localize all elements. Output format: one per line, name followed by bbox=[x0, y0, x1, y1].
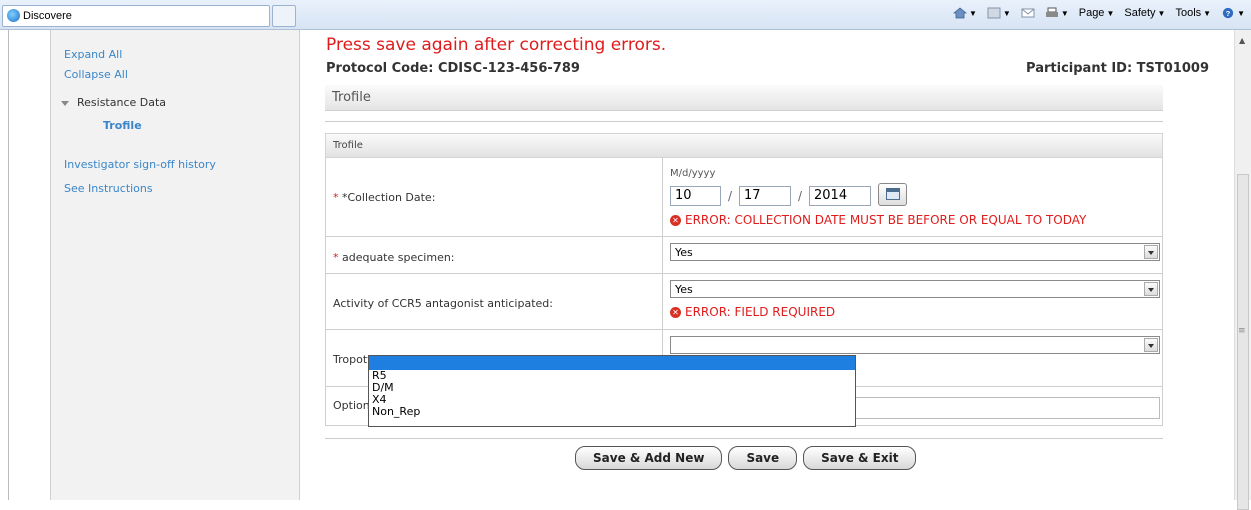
main-content: Press save again after correcting errors… bbox=[300, 30, 1217, 500]
save-button[interactable]: Save bbox=[728, 446, 798, 470]
sidebar: Expand All Collapse All Resistance Data … bbox=[50, 30, 300, 500]
expand-all-link[interactable]: Expand All bbox=[64, 48, 122, 61]
grip-icon: ≡ bbox=[1238, 326, 1246, 336]
mail-button[interactable] bbox=[1021, 7, 1035, 19]
collection-date-value: M/d/yyyy 10 / 17 / 2014 ✕ ERROR: COLLECTI… bbox=[662, 158, 1165, 236]
dropdown-option[interactable]: D/M bbox=[369, 382, 855, 394]
ccr5-select[interactable]: Yes bbox=[670, 280, 1160, 298]
tools-menu[interactable]: Tools ▼ bbox=[1175, 7, 1211, 19]
vertical-scrollbar[interactable]: ▲ ≡ bbox=[1234, 30, 1251, 510]
collection-date-label-text: *Collection Date: bbox=[342, 191, 436, 204]
dropdown-option[interactable]: Non_Rep bbox=[369, 406, 855, 418]
divider bbox=[325, 438, 1163, 439]
print-icon bbox=[1045, 7, 1058, 18]
adequate-specimen-label-text: adequate specimen: bbox=[342, 251, 455, 264]
section-title: Trofile bbox=[332, 90, 371, 105]
home-icon bbox=[952, 7, 967, 19]
ccr5-row: Activity of CCR5 antagonist anticipated:… bbox=[325, 274, 1163, 330]
divider bbox=[325, 121, 1163, 122]
see-instructions-link[interactable]: See Instructions bbox=[64, 182, 153, 195]
save-add-new-button[interactable]: Save & Add New bbox=[575, 446, 723, 470]
help-icon: ? bbox=[1222, 7, 1234, 19]
save-exit-button[interactable]: Save & Exit bbox=[803, 446, 917, 470]
chevron-down-icon bbox=[1144, 338, 1158, 352]
action-buttons: Save & Add New Save Save & Exit bbox=[575, 446, 917, 470]
ie-logo-icon bbox=[7, 9, 20, 22]
date-separator: / bbox=[728, 189, 733, 203]
adequate-specimen-selected: Yes bbox=[675, 246, 693, 259]
adequate-specimen-label: * adequate specimen: bbox=[333, 251, 455, 264]
ccr5-label: Activity of CCR5 antagonist anticipated: bbox=[333, 297, 553, 310]
ccr5-selected: Yes bbox=[675, 283, 693, 296]
scrollbar-thumb[interactable] bbox=[1237, 174, 1249, 510]
page-menu-label: Page bbox=[1078, 7, 1105, 20]
browser-tab-title: Discovere bbox=[23, 10, 72, 22]
dropdown-option[interactable] bbox=[369, 356, 855, 370]
calendar-button[interactable] bbox=[878, 183, 907, 206]
collection-date-row: * *Collection Date: M/d/yyyy 10 / 17 / 2… bbox=[325, 158, 1163, 237]
dropdown-option[interactable]: X4 bbox=[369, 394, 855, 406]
form-title: Trofile bbox=[333, 140, 363, 151]
year-input[interactable]: 2014 bbox=[809, 186, 871, 206]
expand-triangle-icon bbox=[61, 100, 69, 106]
required-mark: * bbox=[333, 251, 339, 264]
protocol-code: Protocol Code: CDISC-123-456-789 bbox=[326, 61, 580, 76]
print-button[interactable]: ▼ bbox=[1045, 7, 1069, 19]
day-input[interactable]: 17 bbox=[739, 186, 791, 206]
safety-menu-label: Safety bbox=[1124, 7, 1156, 20]
new-tab-button[interactable] bbox=[272, 5, 296, 27]
browser-toolbar: Discovere ▼ ▼ ▼ Page ▼ Safety ▼ Tools ▼ ? ▼ bbox=[0, 0, 1251, 30]
scroll-up-icon[interactable]: ▲ bbox=[1239, 36, 1245, 45]
collapse-all-link[interactable]: Collapse All bbox=[64, 68, 128, 81]
collection-date-label: * *Collection Date: bbox=[333, 191, 435, 204]
ccr5-error-text: ERROR: FIELD REQUIRED bbox=[685, 305, 836, 319]
form-header: Trofile bbox=[325, 133, 1163, 158]
date-separator: / bbox=[798, 189, 803, 203]
tools-menu-label: Tools bbox=[1175, 7, 1202, 20]
adequate-specimen-value: Yes bbox=[662, 237, 1165, 273]
error-banner: Press save again after correcting errors… bbox=[326, 35, 667, 55]
tree-item-label: Resistance Data bbox=[77, 96, 167, 109]
tree-item-resistance-data[interactable]: Resistance Data bbox=[61, 96, 166, 109]
ccr5-error: ✕ ERROR: FIELD REQUIRED bbox=[670, 305, 835, 319]
signoff-history-link[interactable]: Investigator sign-off history bbox=[64, 158, 216, 171]
safety-menu[interactable]: Safety ▼ bbox=[1124, 7, 1165, 19]
tropotype-dropdown-list: R5 D/M X4 Non_Rep bbox=[368, 355, 856, 427]
month-input[interactable]: 10 bbox=[670, 186, 721, 206]
command-bar: ▼ ▼ ▼ Page ▼ Safety ▼ Tools ▼ ? ▼ bbox=[952, 7, 1245, 19]
error-icon: ✕ bbox=[670, 307, 681, 318]
svg-text:?: ? bbox=[1226, 9, 1231, 18]
page-menu[interactable]: Page ▼ bbox=[1079, 7, 1115, 19]
tropotype-select[interactable] bbox=[670, 336, 1160, 354]
section-header: Trofile bbox=[325, 85, 1163, 111]
collection-date-error: ✕ ERROR: COLLECTION DATE MUST BE BEFORE O… bbox=[670, 213, 1086, 227]
chevron-down-icon bbox=[1144, 282, 1158, 296]
ccr5-value: Yes ✕ ERROR: FIELD REQUIRED bbox=[662, 274, 1165, 329]
required-mark: * bbox=[333, 191, 339, 204]
adequate-specimen-select[interactable]: Yes bbox=[670, 243, 1160, 261]
participant-id: Participant ID: TST01009 bbox=[1026, 61, 1209, 76]
tree-subitem-trofile[interactable]: Trofile bbox=[103, 119, 142, 132]
error-icon: ✕ bbox=[670, 215, 681, 226]
date-format-hint: M/d/yyyy bbox=[670, 168, 716, 179]
help-button[interactable]: ? ▼ bbox=[1221, 7, 1245, 19]
chevron-down-icon bbox=[1144, 245, 1158, 259]
home-button[interactable]: ▼ bbox=[952, 7, 977, 19]
mail-icon bbox=[1021, 8, 1035, 18]
feeds-button[interactable]: ▼ bbox=[987, 7, 1011, 19]
dropdown-option[interactable]: R5 bbox=[369, 370, 855, 382]
feeds-icon bbox=[987, 7, 1001, 19]
collection-date-error-text: ERROR: COLLECTION DATE MUST BE BEFORE OR… bbox=[685, 213, 1087, 227]
calendar-icon bbox=[886, 188, 900, 200]
browser-tab[interactable]: Discovere bbox=[2, 5, 270, 27]
adequate-specimen-row: * adequate specimen: Yes bbox=[325, 237, 1163, 274]
